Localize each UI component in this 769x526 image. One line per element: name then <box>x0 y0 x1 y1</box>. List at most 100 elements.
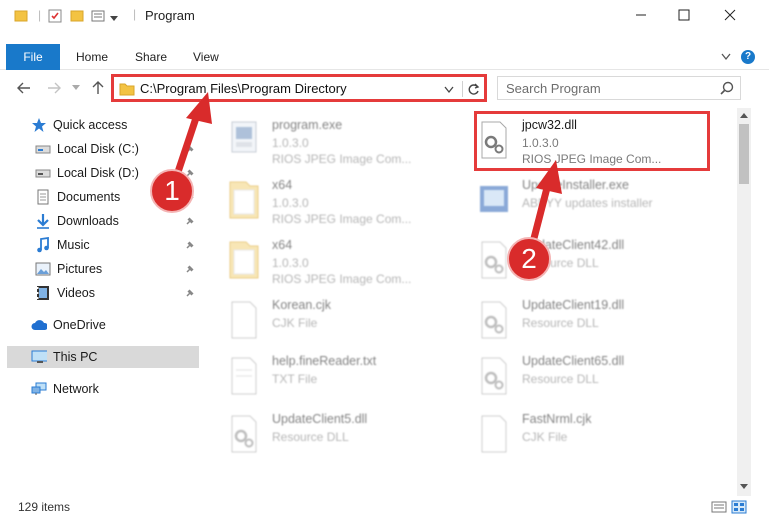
expand-ribbon-icon[interactable] <box>721 50 731 64</box>
file-name: help.fineReader.txt <box>272 354 377 368</box>
file-icon <box>476 412 512 456</box>
dll-icon <box>476 354 512 398</box>
file-item[interactable]: FastNrml.cjk CJK File <box>462 406 702 464</box>
title-bar: | | Program <box>0 0 769 32</box>
sidebar-item-label: Pictures <box>57 262 103 276</box>
up-button[interactable] <box>88 78 108 98</box>
minimize-button[interactable] <box>618 0 664 30</box>
dll-icon <box>476 298 512 342</box>
forward-arrow-icon <box>48 82 61 94</box>
pin-icon[interactable] <box>185 215 195 229</box>
file-item[interactable]: help.fineReader.txt TXT File <box>212 348 452 406</box>
sidebar-item-pictures[interactable]: Pictures <box>7 258 199 280</box>
file-version: 1.0.3.0 <box>272 256 309 270</box>
file-name: x64 <box>272 238 293 252</box>
pin-icon[interactable] <box>185 263 195 277</box>
network-icon <box>31 381 47 397</box>
large-icons-view-icon[interactable] <box>731 500 747 517</box>
documents-icon <box>35 189 51 205</box>
sidebar-item-network[interactable]: Network <box>7 378 199 400</box>
file-item[interactable]: x64 1.0.3.0 RIOS JPEG Image Com... <box>212 172 452 230</box>
file-item[interactable]: Korean.cjk CJK File <box>212 292 452 350</box>
scroll-down-icon <box>740 484 748 489</box>
file-description: RIOS JPEG Image Com... <box>272 272 412 286</box>
recent-locations-button[interactable] <box>66 78 86 98</box>
file-item[interactable]: UpdateClient65.dll Resource DLL <box>462 348 702 406</box>
file-item[interactable]: UpdateClient5.dll Resource DLL <box>212 406 452 464</box>
file-list: program.exe 1.0.3.0 RIOS JPEG Image Com.… <box>212 108 736 490</box>
chevron-down-icon[interactable] <box>109 12 119 26</box>
scroll-thumb[interactable] <box>739 124 749 184</box>
search-box[interactable] <box>497 76 741 100</box>
file-type: TXT File <box>272 372 318 386</box>
sidebar-item-videos[interactable]: Videos <box>7 282 199 304</box>
sidebar-item-music[interactable]: Music <box>7 234 199 256</box>
folder-icon[interactable] <box>14 9 28 26</box>
pin-icon[interactable] <box>185 143 195 157</box>
file-item-jpcw32[interactable]: jpcw32.dll 1.0.3.0 RIOS JPEG Image Com..… <box>462 112 702 170</box>
search-icon[interactable] <box>720 81 734 98</box>
sidebar-item-onedrive[interactable]: OneDrive <box>7 314 199 336</box>
address-path[interactable]: C:\Program Files\Program Directory <box>140 81 347 96</box>
details-view-icon[interactable] <box>711 500 727 517</box>
properties-icon[interactable] <box>48 9 62 26</box>
callout-1: 1 <box>150 169 194 213</box>
vertical-scrollbar[interactable] <box>737 108 751 496</box>
file-item[interactable]: program.exe 1.0.3.0 RIOS JPEG Image Com.… <box>212 112 452 170</box>
drive-icon <box>35 165 51 181</box>
file-description: RIOS JPEG Image Com... <box>272 152 412 166</box>
sidebar-item-local-disk-c[interactable]: Local Disk (C:) <box>7 138 199 160</box>
folder-icon <box>119 82 135 99</box>
maximize-button[interactable] <box>661 0 707 30</box>
sidebar-item-label: Local Disk (D:) <box>57 166 139 180</box>
file-name: jpcw32.dll <box>522 118 577 132</box>
navigation-pane: Quick access Local Disk (C:) Local Disk … <box>0 112 210 490</box>
star-icon <box>31 117 47 133</box>
dll-icon <box>476 118 512 162</box>
chevron-down-icon[interactable] <box>444 83 454 97</box>
back-button[interactable] <box>14 78 34 98</box>
file-name: Korean.cjk <box>272 298 332 312</box>
sidebar-item-label: Local Disk (C:) <box>57 142 139 156</box>
pin-icon[interactable] <box>185 239 195 253</box>
tab-share[interactable]: Share <box>135 44 167 70</box>
window-title: Program <box>145 8 195 23</box>
file-name: UpdateInstaller.exe <box>522 178 630 192</box>
sidebar-item-label: This PC <box>53 350 98 364</box>
new-folder-icon[interactable] <box>70 9 84 26</box>
ribbon-tabs: File Home Share View ? <box>0 44 769 70</box>
file-item[interactable]: x64 1.0.3.0 RIOS JPEG Image Com... <box>212 232 452 290</box>
file-type: CJK File <box>522 430 568 444</box>
pc-icon <box>31 349 47 365</box>
cloud-icon <box>31 317 47 333</box>
tab-home[interactable]: Home <box>76 44 108 70</box>
tab-view[interactable]: View <box>193 44 219 70</box>
customize-icon[interactable] <box>91 9 105 26</box>
file-name: UpdateClient19.dll <box>522 298 625 312</box>
address-bar[interactable]: C:\Program Files\Program Directory <box>111 74 487 102</box>
file-type: Resource DLL <box>272 430 349 444</box>
file-icon <box>226 298 262 342</box>
refresh-button[interactable] <box>462 81 480 97</box>
separator: | <box>133 7 137 21</box>
file-item[interactable]: UpdateInstaller.exe ABBYY updates instal… <box>462 172 702 230</box>
chevron-down-icon <box>72 85 80 90</box>
file-item[interactable]: UpdateClient42.dll Resource DLL <box>462 232 702 290</box>
sidebar-item-label: Videos <box>57 286 95 300</box>
music-icon <box>35 237 51 253</box>
help-icon[interactable]: ? <box>741 50 755 64</box>
pin-icon[interactable] <box>185 287 195 301</box>
folder-icon <box>226 178 262 222</box>
tab-file[interactable]: File <box>6 44 60 70</box>
videos-icon <box>35 285 51 301</box>
scroll-up-icon <box>740 113 748 118</box>
sidebar-item-this-pc[interactable]: This PC <box>7 346 199 368</box>
status-bar: 129 items <box>0 496 769 520</box>
sidebar-item-quick-access[interactable]: Quick access <box>7 114 199 136</box>
search-input[interactable] <box>506 80 711 96</box>
close-button[interactable] <box>707 0 753 30</box>
folder-icon <box>226 238 262 282</box>
file-item[interactable]: UpdateClient19.dll Resource DLL <box>462 292 702 350</box>
forward-button[interactable] <box>44 78 64 98</box>
sidebar-item-downloads[interactable]: Downloads <box>7 210 199 232</box>
